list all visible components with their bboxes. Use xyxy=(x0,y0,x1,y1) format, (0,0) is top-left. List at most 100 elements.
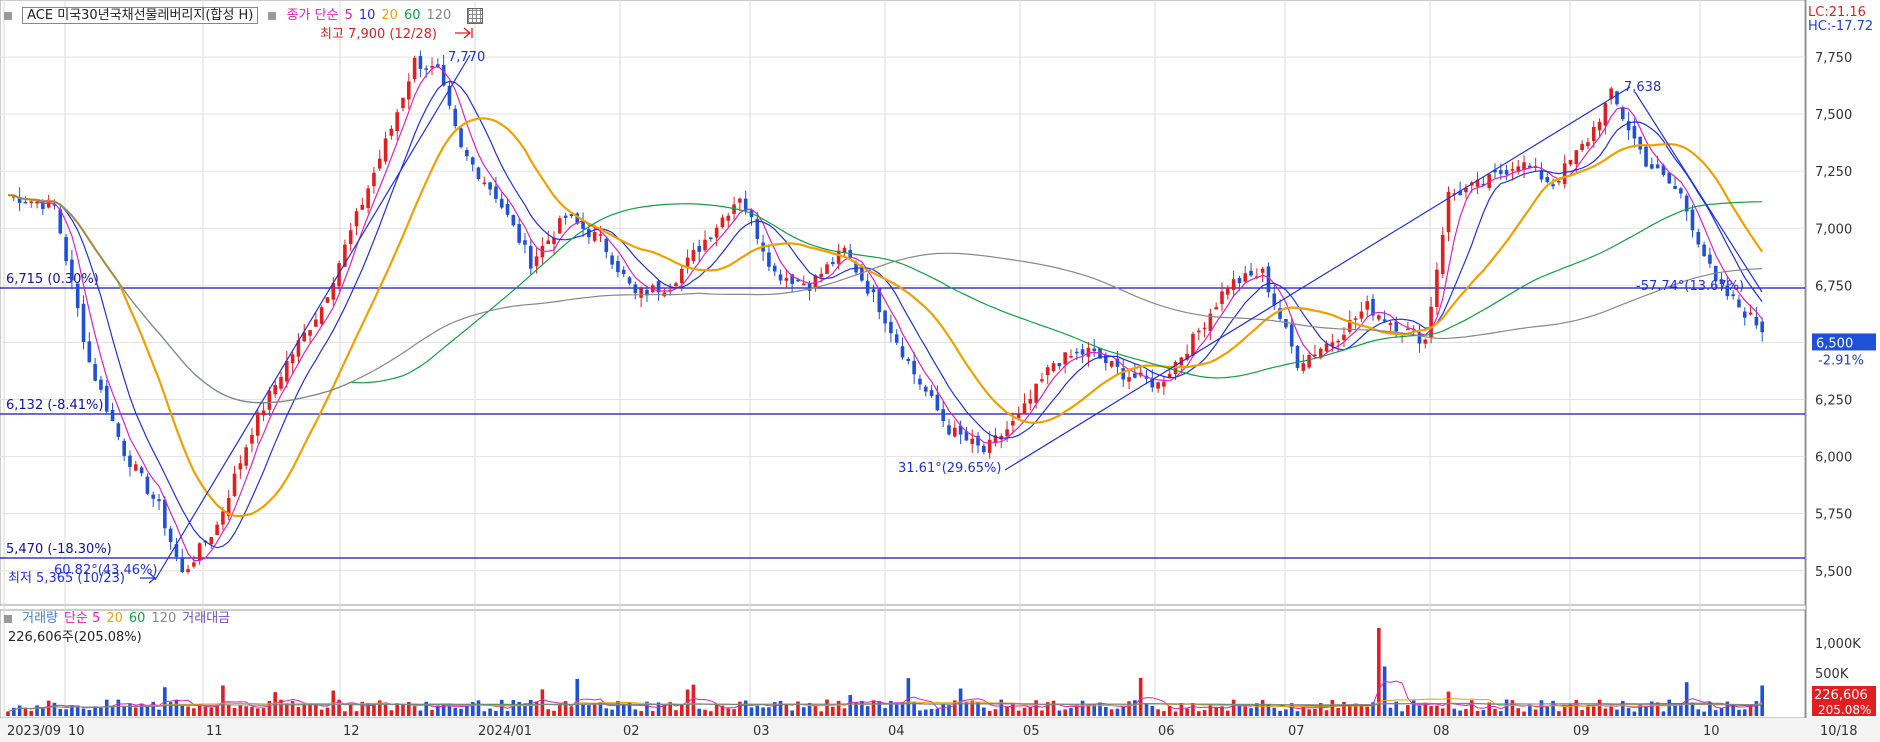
legend-main-item[interactable]: 120 xyxy=(427,8,452,23)
legend-main-item[interactable]: 5 xyxy=(345,8,353,23)
legend-toggle-icon[interactable] xyxy=(4,11,12,20)
candle-body xyxy=(488,182,492,190)
x-tick-label: 10 xyxy=(1703,724,1720,739)
y-tick-label: 7,000 xyxy=(1815,222,1852,237)
high-arrow-icon xyxy=(455,27,473,39)
volume-bar xyxy=(883,708,887,716)
x-tick-label: 2023/09 xyxy=(7,724,61,739)
candle-body xyxy=(1423,339,1428,344)
candle-body xyxy=(1289,324,1294,347)
volume-bar xyxy=(923,709,928,716)
legend-volume-item[interactable]: 60 xyxy=(129,611,146,626)
candle-body xyxy=(616,261,620,273)
volume-bar xyxy=(58,708,63,716)
candle-body xyxy=(1591,126,1596,142)
volume-bar xyxy=(1597,699,1602,716)
candle-body xyxy=(255,412,260,436)
volume-bar xyxy=(255,708,260,716)
volume-bar xyxy=(1330,700,1335,716)
volume-bar xyxy=(674,710,678,716)
legend-volume-item[interactable]: 거래대금 xyxy=(182,611,230,626)
candle-body xyxy=(1510,169,1515,171)
volume-bar xyxy=(1551,700,1555,716)
candle-body xyxy=(261,410,266,416)
candle-body xyxy=(674,283,678,287)
candle-body xyxy=(139,467,144,474)
candle-body xyxy=(192,562,196,567)
legend-volume-item[interactable]: 거래량 xyxy=(22,611,58,626)
candle-body xyxy=(389,128,394,136)
candle-body xyxy=(831,261,835,265)
volume-bar xyxy=(1051,700,1056,716)
volume-bar xyxy=(575,678,580,716)
volume-bar xyxy=(17,705,22,716)
candle-body xyxy=(1237,278,1242,284)
volume-bar xyxy=(308,704,312,716)
candle-body xyxy=(186,569,190,573)
candle-body xyxy=(250,434,254,444)
volume-bar xyxy=(459,708,463,716)
legend-main-item[interactable]: 20 xyxy=(381,8,398,23)
legend-ma-icon[interactable] xyxy=(268,11,277,20)
volume-bar xyxy=(1481,710,1486,716)
volume-bar xyxy=(395,703,399,716)
volume-bar xyxy=(23,707,28,716)
candle-body xyxy=(918,378,922,385)
volume-bar xyxy=(558,704,562,716)
volume-bar xyxy=(1365,706,1370,716)
candle-body xyxy=(1603,102,1608,126)
candle-body xyxy=(1307,355,1311,368)
volume-bar xyxy=(1342,701,1346,716)
volume-bar xyxy=(505,711,510,716)
volume-bar xyxy=(581,704,585,716)
candle-body xyxy=(366,188,370,209)
candle-body xyxy=(900,346,905,358)
volume-toggle-icon[interactable] xyxy=(4,614,12,623)
volume-bar xyxy=(1208,704,1213,716)
candle-body xyxy=(116,423,121,437)
chart-title[interactable]: ACE 미국30년국채선물레버리지(합성 H) xyxy=(22,7,259,24)
candle-body xyxy=(1406,328,1410,331)
candle-body xyxy=(1545,177,1550,183)
candle-body xyxy=(1069,356,1073,358)
candle-body xyxy=(923,386,928,392)
legend-volume-item[interactable]: 단순 5 xyxy=(64,611,100,626)
candle-body xyxy=(935,394,940,411)
candle-body xyxy=(418,56,423,69)
candle-body xyxy=(1539,170,1544,180)
candle-body xyxy=(610,255,614,265)
legend-main-item[interactable]: 60 xyxy=(404,8,421,23)
candle-body xyxy=(1173,361,1178,375)
candle-body xyxy=(372,172,376,187)
grid-settings-icon[interactable] xyxy=(467,7,484,24)
legend-volume-item[interactable]: 120 xyxy=(151,611,176,626)
candle-body xyxy=(99,379,103,390)
volume-bar xyxy=(238,705,243,716)
volume-bar xyxy=(691,684,696,716)
legend-main-item[interactable]: 10 xyxy=(359,8,376,23)
y-tick-label: 7,500 xyxy=(1815,108,1852,123)
candle-body xyxy=(1051,363,1056,372)
volume-bar xyxy=(1104,706,1108,716)
legend-main-item[interactable]: 종가 단순 xyxy=(287,8,339,23)
candle-body xyxy=(738,198,742,203)
stock-chart[interactable]: 6,715 (0.30%) 6,132 (-8.41%) 5,470 (-18.30… xyxy=(0,0,1880,742)
candle-body xyxy=(604,238,609,253)
volume-bar xyxy=(1127,701,1131,716)
volume-bar xyxy=(761,707,765,716)
volume-bar xyxy=(1626,708,1631,716)
volume-bar xyxy=(1133,700,1137,716)
candle-body xyxy=(1632,125,1637,139)
candle-body xyxy=(476,167,481,180)
volume-bar xyxy=(319,709,324,716)
candle-body xyxy=(93,364,97,381)
legend-volume-item[interactable]: 20 xyxy=(106,611,123,626)
candle-body xyxy=(209,536,214,545)
candle-body xyxy=(290,354,295,364)
x-tick-label: 09 xyxy=(1573,724,1590,739)
candle-body xyxy=(267,390,272,410)
volume-bar xyxy=(1185,708,1189,716)
candle-body xyxy=(75,283,80,309)
volume-bar xyxy=(610,709,614,716)
volume-bar xyxy=(1464,709,1468,716)
